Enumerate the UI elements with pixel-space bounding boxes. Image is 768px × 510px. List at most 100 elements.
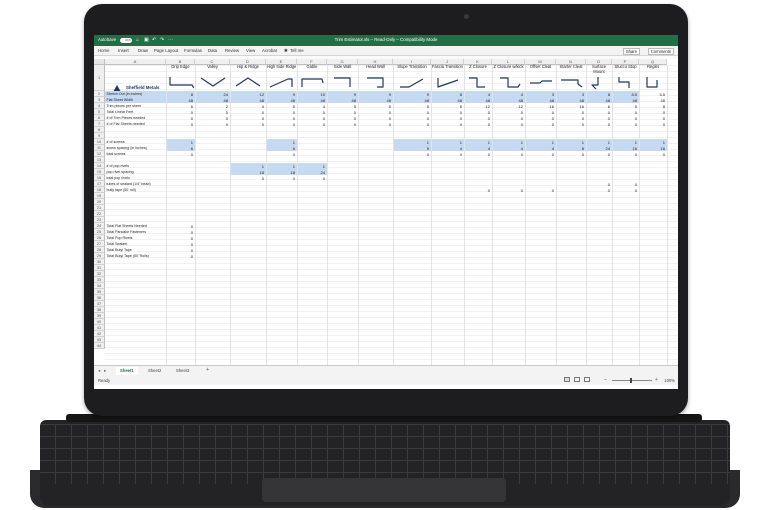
cell-value[interactable]: 0 [266, 116, 295, 121]
cell-value[interactable]: 1 [297, 164, 325, 169]
tab-view[interactable]: View [246, 48, 255, 53]
cell-value[interactable]: 0 [166, 248, 193, 253]
cell-value[interactable]: 0 [230, 122, 264, 127]
cell-value[interactable]: 5 [266, 104, 295, 109]
cell-value[interactable]: 48 [492, 98, 523, 103]
cell-value[interactable]: 0 [393, 116, 429, 121]
cell-value[interactable]: 5 [327, 104, 356, 109]
cell-value[interactable]: 24 [297, 170, 325, 175]
next-sheet-icon[interactable]: ▸ [104, 368, 106, 374]
cell-value[interactable]: 0 [612, 152, 637, 157]
cell-value[interactable]: 0 [166, 242, 193, 247]
cell-value[interactable]: 6 [431, 104, 462, 109]
cell-value[interactable]: 16 [556, 104, 584, 109]
cell-value[interactable]: 10 [297, 92, 325, 97]
cell-value[interactable]: 0 [358, 116, 391, 121]
cell-value[interactable]: 0 [525, 110, 554, 115]
cell-value[interactable]: 5 [358, 104, 391, 109]
cell-value[interactable]: 0 [586, 152, 610, 157]
cell-value[interactable]: 0 [393, 110, 429, 115]
cell-value[interactable]: 1 [464, 140, 490, 145]
cell-value[interactable]: 48 [464, 98, 490, 103]
cell-value[interactable]: 5 [393, 104, 429, 109]
cell-value[interactable]: 0 [166, 236, 193, 241]
spreadsheet-grid[interactable]: Sheffield Metals International Always a … [94, 59, 678, 365]
cell-value[interactable]: 0 [431, 122, 462, 127]
cell-value[interactable]: 0 [195, 122, 228, 127]
cell-value[interactable]: 0 [266, 110, 295, 115]
cell-value[interactable]: 6 [266, 146, 295, 151]
cell-value[interactable]: 18 [266, 170, 295, 175]
cell-value[interactable]: 0 [556, 110, 584, 115]
cell-value[interactable]: 0 [297, 176, 325, 181]
cell-value[interactable]: 0 [492, 152, 523, 157]
cell-value[interactable]: 0 [464, 152, 490, 157]
cell-value[interactable]: 48 [639, 98, 665, 103]
comments-button[interactable]: Comments [647, 47, 674, 55]
cell-value[interactable]: 48 [195, 98, 228, 103]
cell-value[interactable]: 0 [297, 122, 325, 127]
cell-value[interactable]: 0 [166, 116, 193, 121]
cell-value[interactable]: 48 [230, 98, 264, 103]
cell-value[interactable]: 4 [464, 146, 490, 151]
cell-value[interactable]: 0 [464, 110, 490, 115]
cell-value[interactable]: 9 [266, 92, 295, 97]
cell-value[interactable]: 0 [612, 122, 637, 127]
cell-value[interactable]: 1 [431, 140, 462, 145]
cell-value[interactable]: 0 [358, 110, 391, 115]
cell-value[interactable]: 1 [266, 164, 295, 169]
cell-value[interactable]: 0 [166, 230, 193, 235]
sheet-tab-sheet3[interactable]: Sheet3 [172, 367, 193, 375]
cell-value[interactable]: 0 [297, 110, 325, 115]
cell-value[interactable]: 8 [639, 104, 665, 109]
cell-value[interactable]: 48 [612, 98, 637, 103]
cell-value[interactable]: 4 [297, 104, 325, 109]
cell-value[interactable]: 0 [393, 122, 429, 127]
cell-value[interactable]: 0 [556, 152, 584, 157]
cell-value[interactable]: 4 [492, 92, 523, 97]
cell-value[interactable]: 0 [327, 116, 356, 121]
cell-value[interactable]: 24 [195, 92, 228, 97]
cell-value[interactable]: 5.5 [639, 92, 665, 97]
cell-value[interactable]: 0 [166, 254, 193, 259]
cell-value[interactable]: 0 [492, 122, 523, 127]
cell-value[interactable]: 48 [393, 98, 429, 103]
zoom-slider[interactable] [612, 380, 652, 381]
cell-value[interactable]: 0 [612, 110, 637, 115]
cell-value[interactable]: 5 [393, 146, 429, 151]
share-button[interactable]: Share [622, 47, 640, 55]
cell-value[interactable]: 8.5 [612, 92, 637, 97]
tab-acrobat[interactable]: Acrobat [262, 48, 277, 53]
cell-value[interactable]: 48 [166, 98, 193, 103]
cell-value[interactable]: 0 [266, 176, 295, 181]
cell-value[interactable]: 5 [612, 104, 637, 109]
sheet-tab-sheet2[interactable]: Sheet2 [144, 367, 165, 375]
cell-value[interactable]: 0 [492, 188, 523, 193]
cell-value[interactable]: 4 [230, 104, 264, 109]
cell-value[interactable]: 9 [393, 92, 429, 97]
cell-value[interactable]: 1 [612, 140, 637, 145]
cell-value[interactable]: 1 [639, 140, 665, 145]
row-header-44[interactable]: 44 [94, 343, 105, 349]
cell-value[interactable]: 9 [327, 92, 356, 97]
cell-value[interactable]: 4 [525, 146, 554, 151]
cell-value[interactable]: 48 [327, 98, 356, 103]
cell-value[interactable]: 0 [586, 116, 610, 121]
cell-value[interactable]: 0 [230, 116, 264, 121]
cell-value[interactable]: 1 [525, 140, 554, 145]
zoom-slider-handle[interactable] [630, 378, 632, 383]
tab-home[interactable]: Home [98, 48, 109, 53]
cell-value[interactable]: 6 [166, 146, 193, 151]
cell-value[interactable]: 12 [492, 104, 523, 109]
cell-value[interactable]: 0 [525, 188, 554, 193]
cell-value[interactable]: 0 [327, 122, 356, 127]
cell-value[interactable]: 0 [612, 182, 637, 187]
cell-value[interactable]: 6 [586, 104, 610, 109]
cell-value[interactable]: 48 [586, 98, 610, 103]
cell-value[interactable]: 0 [297, 116, 325, 121]
cell-value[interactable]: 0 [556, 116, 584, 121]
page-layout-view-icon[interactable] [574, 377, 580, 382]
cell-value[interactable]: 0 [556, 122, 584, 127]
cell-value[interactable]: 8 [166, 92, 193, 97]
cell-value[interactable]: 0 [586, 188, 610, 193]
